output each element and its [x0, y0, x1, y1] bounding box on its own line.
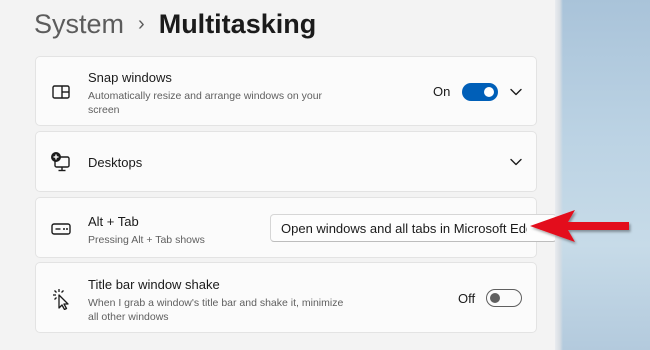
desktops-card[interactable]: Desktops [35, 131, 537, 192]
red-arrow-annotation-icon [530, 210, 629, 242]
title-bar-shake-toggle[interactable] [486, 289, 522, 307]
cursor-shake-icon [50, 288, 72, 310]
alt-tab-title: Alt + Tab [88, 214, 139, 229]
title-bar-shake-description: When I grab a window's title bar and sha… [88, 296, 343, 324]
title-bar-shake-description-line2: all other windows [88, 311, 169, 323]
snap-windows-toggle[interactable] [462, 83, 498, 101]
title-bar-shake-card: Title bar window shake When I grab a win… [35, 262, 537, 333]
breadcrumb: System › Multitasking [34, 6, 316, 42]
virtual-desktop-icon [50, 151, 72, 173]
breadcrumb-system-link[interactable]: System [34, 9, 124, 40]
settings-pane: System › Multitasking Snap windows Autom… [0, 0, 557, 350]
snap-windows-description-line2: screen [88, 104, 120, 116]
title-bar-shake-description-line1: When I grab a window's title bar and sha… [88, 297, 344, 309]
alt-tab-description: Pressing Alt + Tab shows [88, 234, 205, 246]
chevron-down-icon[interactable] [509, 155, 523, 169]
window-frame-edge [555, 0, 563, 350]
snap-windows-card[interactable]: Snap windows Automatically resize and ar… [35, 56, 537, 126]
breadcrumb-separator: › [138, 12, 145, 35]
keyboard-alt-tab-icon [50, 218, 72, 240]
page-title: Multitasking [158, 8, 317, 39]
toggle-knob [484, 87, 494, 97]
desktops-title: Desktops [88, 155, 143, 170]
alt-tab-card: Alt + Tab Pressing Alt + Tab shows Open … [35, 197, 557, 258]
title-bar-shake-state-label: Off [458, 291, 476, 306]
snap-windows-description-line1: Automatically resize and arrange windows… [88, 90, 323, 102]
snap-windows-description: Automatically resize and arrange windows… [88, 89, 322, 117]
title-bar-shake-title: Title bar window shake [88, 277, 220, 292]
desktop-background [555, 0, 650, 350]
snap-windows-state-label: On [433, 84, 451, 99]
snap-windows-title: Snap windows [88, 70, 172, 85]
toggle-knob [490, 293, 500, 303]
snap-layout-icon [50, 81, 72, 103]
alt-tab-dropdown-value: Open windows and all tabs in Microsoft E… [281, 221, 527, 236]
alt-tab-dropdown[interactable]: Open windows and all tabs in Microsoft E… [270, 214, 557, 242]
chevron-down-icon[interactable] [509, 85, 523, 99]
